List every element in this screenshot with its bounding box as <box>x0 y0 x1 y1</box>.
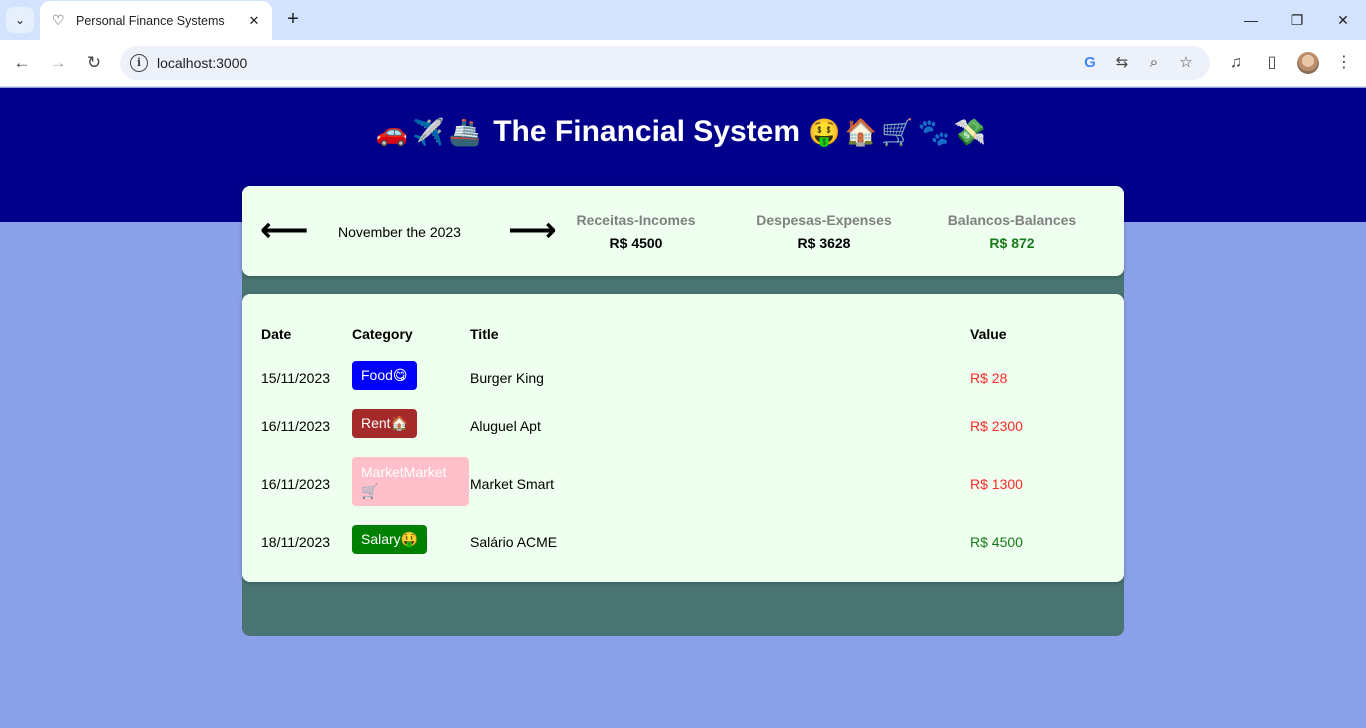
zoom-icon[interactable]: ⌕ <box>1144 53 1164 73</box>
title-emoji-right: 🤑🏠🛒🐾💸 <box>808 118 991 148</box>
browser-toolbar: ← → ↻ i localhost:3000 G ⇆ ⌕ ☆ ♫ ▯ ⋮ <box>0 40 1366 87</box>
close-tab-icon[interactable]: ✕ <box>246 13 262 29</box>
minimize-button[interactable]: — <box>1239 8 1263 32</box>
balance-value: R$ 872 <box>989 235 1035 251</box>
page-title: 🚗✈️🚢 The Financial System 🤑🏠🛒🐾💸 <box>0 115 1366 149</box>
forward-button[interactable]: → <box>46 51 70 75</box>
new-tab-button[interactable]: + <box>282 8 304 30</box>
incomes-value: R$ 4500 <box>609 235 663 251</box>
side-panel-icon[interactable]: ▯ <box>1260 51 1284 75</box>
header-category: Category <box>352 326 413 342</box>
month-label: November the 2023 <box>338 224 461 240</box>
header-value: Value <box>970 326 1007 342</box>
header-date: Date <box>261 326 292 342</box>
row-1-title: Burger King <box>470 370 544 386</box>
browser-tab-strip: ⌄ ♡ Personal Finance Systems ✕ + — ❐ ✕ <box>0 0 1366 40</box>
row-4-value: R$ 4500 <box>970 534 1023 550</box>
google-icon[interactable]: G <box>1080 53 1100 73</box>
row-1-date: 15/11/2023 <box>261 370 331 386</box>
header-title: Title <box>470 326 499 342</box>
reload-button[interactable]: ↻ <box>82 51 106 75</box>
balance-label: Balancos-Balances <box>947 212 1077 228</box>
transactions-table: Date Category Title Value 15/11/2023 Foo… <box>242 294 1124 582</box>
row-3-date: 16/11/2023 <box>261 476 331 492</box>
restore-button[interactable]: ❐ <box>1285 8 1309 32</box>
summary-card: ⟵ November the 2023 ⟶ Receitas-Incomes R… <box>242 186 1124 276</box>
bookmark-star-icon[interactable]: ☆ <box>1176 53 1196 73</box>
profile-avatar[interactable] <box>1297 52 1319 74</box>
balance-stat: Balancos-Balances R$ 872 <box>922 212 1102 251</box>
row-4-category-badge: Salary🤑 <box>352 525 428 554</box>
arrow-right-icon[interactable]: ⟶ <box>508 210 557 250</box>
row-3-value: R$ 1300 <box>970 476 1023 492</box>
row-2-date: 16/11/2023 <box>261 418 331 434</box>
row-4-date: 18/11/2023 <box>261 534 331 550</box>
more-menu-icon[interactable]: ⋮ <box>1332 51 1356 75</box>
row-2-value: R$ 2300 <box>970 418 1023 434</box>
url-text[interactable]: localhost:3000 <box>157 55 247 71</box>
page: 🚗✈️🚢 The Financial System 🤑🏠🛒🐾💸 ⟵ Novemb… <box>0 88 1366 728</box>
site-info-icon[interactable]: i <box>130 54 148 72</box>
close-window-button[interactable]: ✕ <box>1331 8 1355 32</box>
row-4-title: Salário ACME <box>470 534 558 550</box>
title-emoji-left: 🚗✈️🚢 <box>375 118 485 148</box>
row-3-title: Market Smart <box>470 476 555 492</box>
incomes-stat: Receitas-Incomes R$ 4500 <box>546 212 726 251</box>
tab-title: Personal Finance Systems <box>76 13 225 28</box>
back-button[interactable]: ← <box>10 51 34 75</box>
incomes-label: Receitas-Incomes <box>576 212 696 228</box>
expenses-stat: Despesas-Expenses R$ 3628 <box>734 212 914 251</box>
expenses-value: R$ 3628 <box>797 235 851 251</box>
row-1-category-badge: Food😋 <box>352 361 417 390</box>
address-bar[interactable]: i localhost:3000 G ⇆ ⌕ ☆ <box>120 46 1210 80</box>
title-text: The Financial System <box>493 115 801 148</box>
tab-search-button[interactable]: ⌄ <box>6 7 34 33</box>
expenses-label: Despesas-Expenses <box>756 212 892 228</box>
media-controls-icon[interactable]: ♫ <box>1224 51 1248 75</box>
translate-icon[interactable]: ⇆ <box>1112 53 1132 73</box>
row-2-title: Aluguel Apt <box>470 418 541 434</box>
arrow-left-icon[interactable]: ⟵ <box>260 210 309 250</box>
row-3-category-badge: MarketMarket 🛒 <box>352 457 469 506</box>
row-1-value: R$ 28 <box>970 370 1008 386</box>
row-2-category-badge: Rent🏠 <box>352 409 418 438</box>
browser-tab[interactable]: ♡ Personal Finance Systems ✕ <box>40 1 272 40</box>
heart-icon: ♡ <box>52 12 65 28</box>
